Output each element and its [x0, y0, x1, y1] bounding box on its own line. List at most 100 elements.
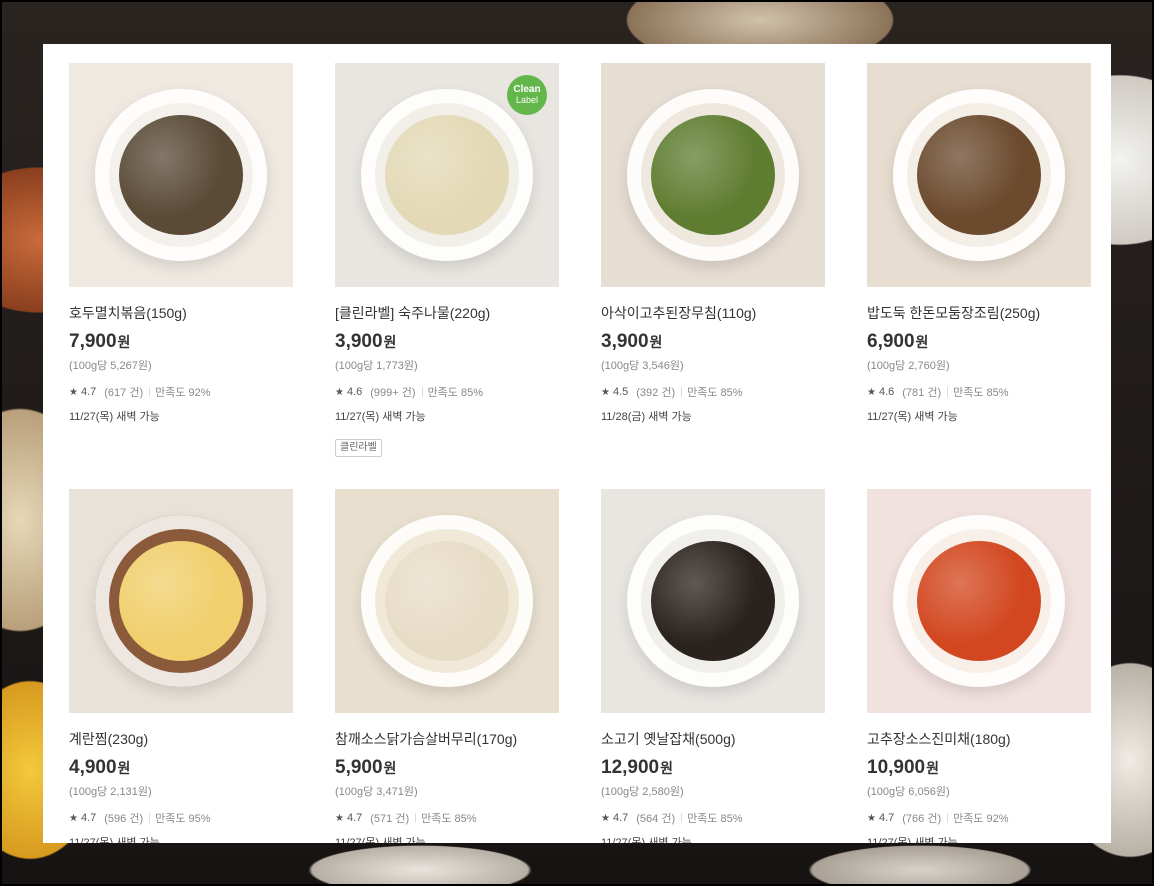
divider — [681, 387, 683, 397]
product-price: 4,900 — [69, 757, 117, 778]
product-grid: 호두멸치볶음(150g) 7,900 원 (100g당 5,267원) ★ 4.… — [69, 63, 1091, 843]
currency-unit: 원 — [383, 760, 397, 776]
rating-row: ★ 4.6 (781 건) 만족도 85% — [867, 384, 1091, 400]
delivery-info: 11/27(목) 새벽 가능 — [867, 411, 958, 423]
food-image — [651, 115, 775, 235]
product-image[interactable] — [867, 63, 1091, 287]
review-count: (564 건) — [636, 813, 676, 825]
delivery-info: 11/27(목) 새벽 가능 — [601, 837, 692, 843]
price-row: 3,900 원 — [335, 331, 559, 353]
product-card[interactable]: 계란찜(230g) 4,900 원 (100g당 2,131원) ★ 4.7 (… — [69, 489, 293, 843]
rating-value: 4.5 — [612, 386, 629, 398]
product-image[interactable]: Clean Label — [335, 63, 559, 287]
currency-unit: 원 — [649, 334, 663, 350]
price-row: 10,900 원 — [867, 757, 1091, 779]
review-count: (617 건) — [104, 387, 144, 399]
product-name[interactable]: 호두멸치볶음(150g) — [69, 303, 293, 323]
divider — [415, 813, 417, 823]
product-price: 7,900 — [69, 331, 117, 352]
rating-row: ★ 4.7 (617 건) 만족도 92% — [69, 384, 293, 400]
currency-unit: 원 — [383, 334, 397, 350]
rating-row: ★ 4.6 (999+ 건) 만족도 85% — [335, 384, 559, 400]
delivery-info: 11/28(금) 새벽 가능 — [601, 411, 692, 423]
product-price: 10,900 — [867, 757, 926, 778]
product-name[interactable]: 참깨소스닭가슴살버무리(170g) — [335, 729, 559, 749]
star-icon: ★ — [69, 812, 78, 824]
divider — [421, 387, 423, 397]
divider — [947, 813, 949, 823]
price-row: 3,900 원 — [601, 331, 825, 353]
rating-value: 4.7 — [80, 812, 97, 824]
product-name[interactable]: 밥도둑 한돈모둠장조림(250g) — [867, 303, 1091, 323]
delivery-info: 11/27(목) 새벽 가능 — [335, 411, 426, 423]
product-price: 6,900 — [867, 331, 915, 352]
product-price: 3,900 — [335, 331, 383, 352]
star-icon: ★ — [867, 812, 876, 824]
star-icon: ★ — [867, 386, 876, 398]
star-icon: ★ — [335, 812, 344, 824]
product-card[interactable]: 참깨소스닭가슴살버무리(170g) 5,900 원 (100g당 3,471원)… — [335, 489, 559, 843]
currency-unit: 원 — [926, 760, 940, 776]
product-card[interactable]: 호두멸치볶음(150g) 7,900 원 (100g당 5,267원) ★ 4.… — [69, 63, 293, 489]
product-card[interactable]: 아삭이고추된장무침(110g) 3,900 원 (100g당 3,546원) ★… — [601, 63, 825, 489]
satisfaction-rate: 만족도 95% — [155, 813, 211, 825]
rating-row: ★ 4.7 (766 건) 만족도 92% — [867, 810, 1091, 826]
unit-price: (100g당 6,056원) — [867, 786, 950, 798]
satisfaction-rate: 만족도 92% — [953, 813, 1009, 825]
rating-row: ★ 4.7 (571 건) 만족도 85% — [335, 810, 559, 826]
product-image[interactable] — [601, 63, 825, 287]
product-name[interactable]: 계란찜(230g) — [69, 729, 293, 749]
product-image[interactable] — [69, 489, 293, 713]
food-image — [651, 541, 775, 661]
review-count: (766 건) — [902, 813, 942, 825]
product-name[interactable]: [클린라벨] 숙주나물(220g) — [335, 303, 559, 323]
product-card[interactable]: Clean Label [클린라벨] 숙주나물(220g) 3,900 원 (1… — [335, 63, 559, 489]
unit-price: (100g당 1,773원) — [335, 360, 418, 372]
product-card[interactable]: 소고기 옛날잡채(500g) 12,900 원 (100g당 2,580원) ★… — [601, 489, 825, 843]
product-card[interactable]: 밥도둑 한돈모둠장조림(250g) 6,900 원 (100g당 2,760원)… — [867, 63, 1091, 489]
satisfaction-rate: 만족도 85% — [953, 387, 1009, 399]
rating-value: 4.7 — [612, 812, 629, 824]
star-icon: ★ — [335, 386, 344, 398]
unit-price: (100g당 2,580원) — [601, 786, 684, 798]
product-name[interactable]: 소고기 옛날잡채(500g) — [601, 729, 825, 749]
currency-unit: 원 — [915, 334, 929, 350]
product-image[interactable] — [335, 489, 559, 713]
currency-unit: 원 — [117, 760, 131, 776]
satisfaction-rate: 만족도 92% — [155, 387, 211, 399]
product-image[interactable] — [867, 489, 1091, 713]
unit-price: (100g당 3,546원) — [601, 360, 684, 372]
star-icon: ★ — [601, 386, 610, 398]
star-icon: ★ — [69, 386, 78, 398]
satisfaction-rate: 만족도 85% — [687, 813, 743, 825]
unit-price: (100g당 5,267원) — [69, 360, 152, 372]
review-count: (392 건) — [636, 387, 676, 399]
price-row: 5,900 원 — [335, 757, 559, 779]
rating-value: 4.7 — [878, 812, 895, 824]
divider — [681, 813, 683, 823]
product-image[interactable] — [69, 63, 293, 287]
rating-value: 4.7 — [346, 812, 363, 824]
food-image — [917, 541, 1041, 661]
product-name[interactable]: 아삭이고추된장무침(110g) — [601, 303, 825, 323]
food-image — [917, 115, 1041, 235]
currency-unit: 원 — [117, 334, 131, 350]
rating-row: ★ 4.7 (564 건) 만족도 85% — [601, 810, 825, 826]
product-card[interactable]: 고추장소스진미채(180g) 10,900 원 (100g당 6,056원) ★… — [867, 489, 1091, 843]
product-name[interactable]: 고추장소스진미채(180g) — [867, 729, 1091, 749]
review-count: (999+ 건) — [370, 387, 416, 399]
product-image[interactable] — [601, 489, 825, 713]
delivery-info: 11/27(목) 새벽 가능 — [69, 411, 160, 423]
satisfaction-rate: 만족도 85% — [427, 387, 483, 399]
unit-price: (100g당 2,131원) — [69, 786, 152, 798]
food-image — [119, 115, 243, 235]
star-icon: ★ — [601, 812, 610, 824]
delivery-info: 11/27(목) 새벽 가능 — [69, 837, 160, 843]
rating-value: 4.6 — [878, 386, 895, 398]
price-row: 4,900 원 — [69, 757, 293, 779]
divider — [149, 813, 151, 823]
rating-value: 4.6 — [346, 386, 363, 398]
product-price: 3,900 — [601, 331, 649, 352]
satisfaction-rate: 만족도 85% — [687, 387, 743, 399]
food-image — [385, 541, 509, 661]
